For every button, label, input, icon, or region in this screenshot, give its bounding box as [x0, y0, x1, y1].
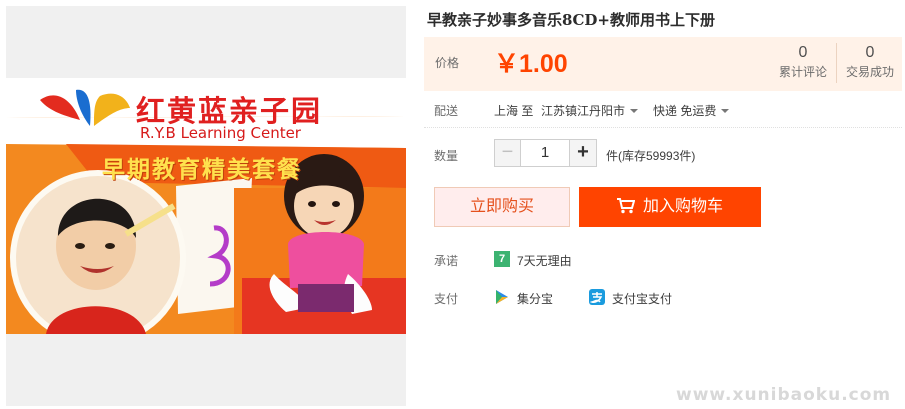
shipping-method-select[interactable]: 快递 免运费 — [653, 102, 730, 119]
reviews-stat[interactable]: 0 累计评论 — [770, 43, 836, 81]
quantity-input[interactable]: 1 — [520, 139, 570, 167]
chevron-down-icon — [630, 109, 639, 113]
ryb-logo — [40, 89, 130, 126]
buy-now-button[interactable]: 立即购买 — [434, 187, 570, 227]
shipping-method: 快递 免运费 — [653, 104, 717, 118]
promise-text[interactable]: 7天无理由 — [517, 252, 572, 269]
chevron-down-icon — [721, 109, 730, 113]
add-to-cart-button[interactable]: 加入购物车 — [579, 187, 761, 227]
jifenbao-icon — [496, 290, 508, 304]
trades-stat: 0 交易成功 — [837, 43, 903, 81]
trades-label: 交易成功 — [845, 65, 894, 79]
stock-info: 件(库存59993件) — [606, 149, 696, 163]
brand-name-en: R.Y.B Learning Center — [140, 124, 301, 142]
price-label: 价格 — [435, 56, 460, 70]
promise-label: 承诺 — [434, 254, 459, 268]
product-image[interactable]: 红黄蓝亲子园 R.Y.B Learning Center 早期教育精美套餐 — [6, 78, 406, 334]
divider — [424, 127, 902, 128]
watermark: www.xunibaoku.com — [676, 385, 892, 405]
shipping-label: 配送 — [434, 104, 459, 118]
shipping-destination-select[interactable]: 江苏镇江丹阳市 — [541, 102, 639, 119]
banner-slogan: 早期教育精美套餐 — [102, 157, 302, 183]
payment-label: 支付 — [434, 292, 459, 306]
alipay-icon — [589, 289, 605, 305]
quantity-increase-button[interactable]: + — [569, 139, 597, 167]
payment-alipay[interactable]: 支付宝支付 — [612, 290, 672, 307]
quantity-label: 数量 — [434, 149, 459, 163]
reviews-label: 累计评论 — [778, 65, 827, 79]
reviews-count: 0 — [798, 44, 808, 61]
quantity-decrease-button[interactable]: − — [494, 139, 521, 167]
seven-day-return-icon: 7 — [494, 251, 510, 267]
price-value: ￥1.00 — [494, 50, 568, 78]
cart-icon — [616, 198, 635, 214]
trades-count: 0 — [865, 44, 875, 61]
price-panel: 价格 ￥1.00 0 累计评论 0 交易成功 — [424, 37, 902, 91]
shipping-destination: 江苏镇江丹阳市 — [541, 104, 626, 118]
product-title: 早教亲子妙事多音乐8CD+教师用书上下册 — [427, 11, 715, 29]
payment-jifenbao[interactable]: 集分宝 — [517, 290, 553, 307]
product-gallery: 红黄蓝亲子园 R.Y.B Learning Center 早期教育精美套餐 — [6, 6, 406, 406]
shipping-from: 上海 至 — [494, 104, 534, 118]
add-to-cart-label: 加入购物车 — [642, 198, 723, 215]
